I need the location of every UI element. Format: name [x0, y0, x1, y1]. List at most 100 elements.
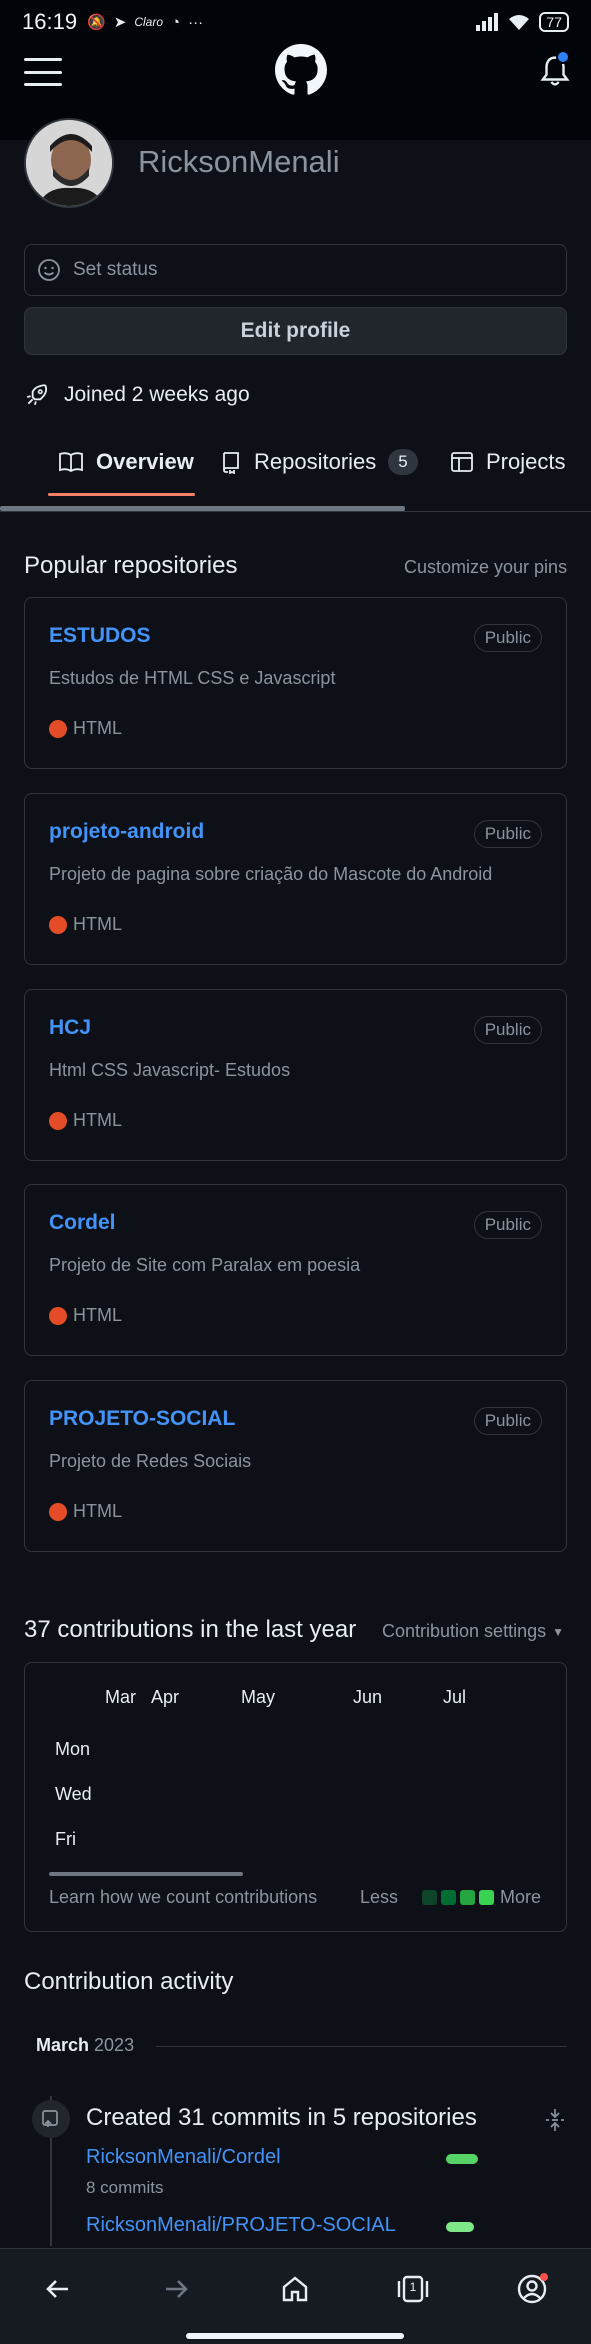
- visibility-badge: Public: [473, 1211, 542, 1239]
- active-tab-indicator: [48, 493, 195, 496]
- customize-pins-link[interactable]: Customize your pins: [404, 557, 567, 578]
- telegram-icon: ➤: [113, 14, 127, 31]
- legend-more-label: More: [500, 1887, 542, 1907]
- activity-repo-link[interactable]: RicksonMenali/Cordel: [86, 2146, 281, 2169]
- repo-language: HTML: [49, 1501, 122, 1522]
- repo-language: HTML: [49, 914, 122, 935]
- home-indicator[interactable]: [186, 2333, 404, 2339]
- legend-less-label: Less: [360, 1887, 399, 1907]
- repo-card: HCJ Public Html CSS Javascript- Estudos …: [24, 989, 567, 1161]
- repo-language: HTML: [49, 1305, 122, 1326]
- set-status-button[interactable]: Set status: [24, 244, 567, 296]
- avatar[interactable]: [24, 118, 114, 208]
- repo-name-link[interactable]: HCJ: [49, 1016, 91, 1040]
- weekday-label: Fri: [55, 1829, 76, 1849]
- status-bar: 16:19 🔕 ➤ Claro ◔ ··· 77: [0, 0, 591, 44]
- battery-icon: 77: [539, 12, 569, 32]
- weekday-label: Wed: [55, 1784, 92, 1804]
- signal-icon: [476, 13, 499, 31]
- edit-profile-button[interactable]: Edit profile: [24, 307, 567, 355]
- legend-square: [479, 1890, 495, 1905]
- language-label: HTML: [73, 1305, 122, 1325]
- visibility-badge: Public: [473, 624, 542, 652]
- home-icon[interactable]: [277, 2271, 313, 2307]
- repo-description: Projeto de pagina sobre criação do Masco…: [49, 864, 493, 884]
- language-color-dot: [49, 719, 67, 738]
- activity-commit-count: 8 commits: [86, 2178, 164, 2197]
- weekday-label: Mon: [55, 1739, 91, 1759]
- hotspot-icon: ◔: [171, 13, 181, 31]
- contribution-graph-scrollbar[interactable]: [49, 1872, 243, 1876]
- tabs-scrollbar[interactable]: [0, 506, 405, 511]
- contributions-title: 37 contributions in the last year: [24, 1616, 357, 1643]
- activity-repo-link[interactable]: RicksonMenali/PROJETO-SOCIAL: [86, 2214, 396, 2237]
- mute-icon: 🔕: [87, 14, 106, 31]
- book-icon: [59, 452, 83, 473]
- repo-name-link[interactable]: Cordel: [49, 1211, 116, 1235]
- legend-square: [441, 1890, 457, 1905]
- visibility-badge: Public: [473, 1407, 542, 1435]
- profile-tabs: Overview Repositories 5 Projects: [0, 430, 591, 512]
- month-label: Jun: [353, 1687, 383, 1707]
- tabs-icon[interactable]: 1: [395, 2271, 431, 2307]
- status-time: 16:19: [22, 9, 78, 34]
- commit-activity-icon: [32, 2100, 70, 2138]
- language-color-dot: [49, 1306, 67, 1325]
- language-label: HTML: [73, 1501, 122, 1521]
- contribution-legend: Less More: [360, 1887, 541, 1908]
- tab-overview-label: Overview: [96, 449, 194, 474]
- wifi-icon: [509, 15, 530, 30]
- repositories-count-badge: 5: [388, 449, 418, 475]
- repo-name-link[interactable]: projeto-android: [49, 820, 204, 844]
- repo-language: HTML: [49, 718, 122, 739]
- visibility-badge: Public: [473, 1016, 542, 1044]
- tab-projects-label: Projects: [486, 449, 566, 474]
- contribution-graph: Mar Apr May Jun Jul Mon Wed Fri Learn ho…: [24, 1662, 567, 1932]
- repo-description: Projeto de Redes Sociais: [49, 1451, 252, 1471]
- activity-year: 2023: [94, 2035, 135, 2055]
- table-icon: [451, 452, 473, 472]
- repo-icon: [223, 452, 239, 474]
- more-dots: ···: [188, 13, 204, 31]
- repo-description: Estudos de HTML CSS e Javascript: [49, 668, 336, 688]
- legend-square: [422, 1890, 438, 1905]
- month-divider: [156, 2046, 567, 2047]
- repo-name-link[interactable]: ESTUDOS: [49, 624, 151, 648]
- smiley-icon: [38, 259, 60, 281]
- tab-projects[interactable]: Projects: [450, 430, 565, 494]
- legend-square: [460, 1890, 476, 1905]
- month-label: May: [241, 1687, 276, 1707]
- activity-progress-bar: [446, 2222, 474, 2232]
- back-arrow-icon[interactable]: [40, 2271, 76, 2307]
- contribution-settings-dropdown[interactable]: Contribution settings ▼: [382, 1621, 564, 1642]
- activity-progress-bar: [446, 2154, 478, 2164]
- github-octocat-icon[interactable]: [275, 44, 327, 96]
- profile-username: RicksonMenali: [138, 144, 340, 179]
- profile-icon[interactable]: [514, 2271, 550, 2307]
- repo-name-link[interactable]: PROJETO-SOCIAL: [49, 1407, 235, 1431]
- repo-language: HTML: [49, 1110, 122, 1131]
- tab-repositories-label: Repositories: [254, 449, 377, 474]
- activity-summary: Created 31 commits in 5 repositories: [86, 2104, 477, 2131]
- month-label: Jul: [443, 1687, 467, 1707]
- tab-overview[interactable]: Overview: [58, 430, 194, 494]
- tabs-count: 1: [409, 2280, 417, 2294]
- learn-contributions-link[interactable]: Learn how we count contributions: [49, 1887, 317, 1908]
- language-color-dot: [49, 1502, 67, 1521]
- notification-dot: [556, 50, 570, 64]
- triangle-down-icon: ▼: [552, 1624, 564, 1639]
- joined-text: Joined 2 weeks ago: [64, 383, 250, 406]
- month-label: Apr: [151, 1687, 180, 1707]
- repo-card: Cordel Public Projeto de Site com Parala…: [24, 1184, 567, 1356]
- hamburger-icon[interactable]: [24, 54, 62, 90]
- visibility-badge: Public: [473, 820, 542, 848]
- fold-icon[interactable]: [544, 2108, 566, 2132]
- contribution-settings-label: Contribution settings: [382, 1621, 547, 1641]
- month-label: Mar: [105, 1687, 136, 1707]
- repo-card: projeto-android Public Projeto de pagina…: [24, 793, 567, 965]
- tab-repositories[interactable]: Repositories 5: [220, 430, 418, 494]
- rocket-icon: [26, 384, 48, 406]
- repo-card: ESTUDOS Public Estudos de HTML CSS e Jav…: [24, 597, 567, 769]
- bottom-navigation-bar: 1: [0, 2248, 591, 2344]
- forward-arrow-icon[interactable]: [158, 2271, 194, 2307]
